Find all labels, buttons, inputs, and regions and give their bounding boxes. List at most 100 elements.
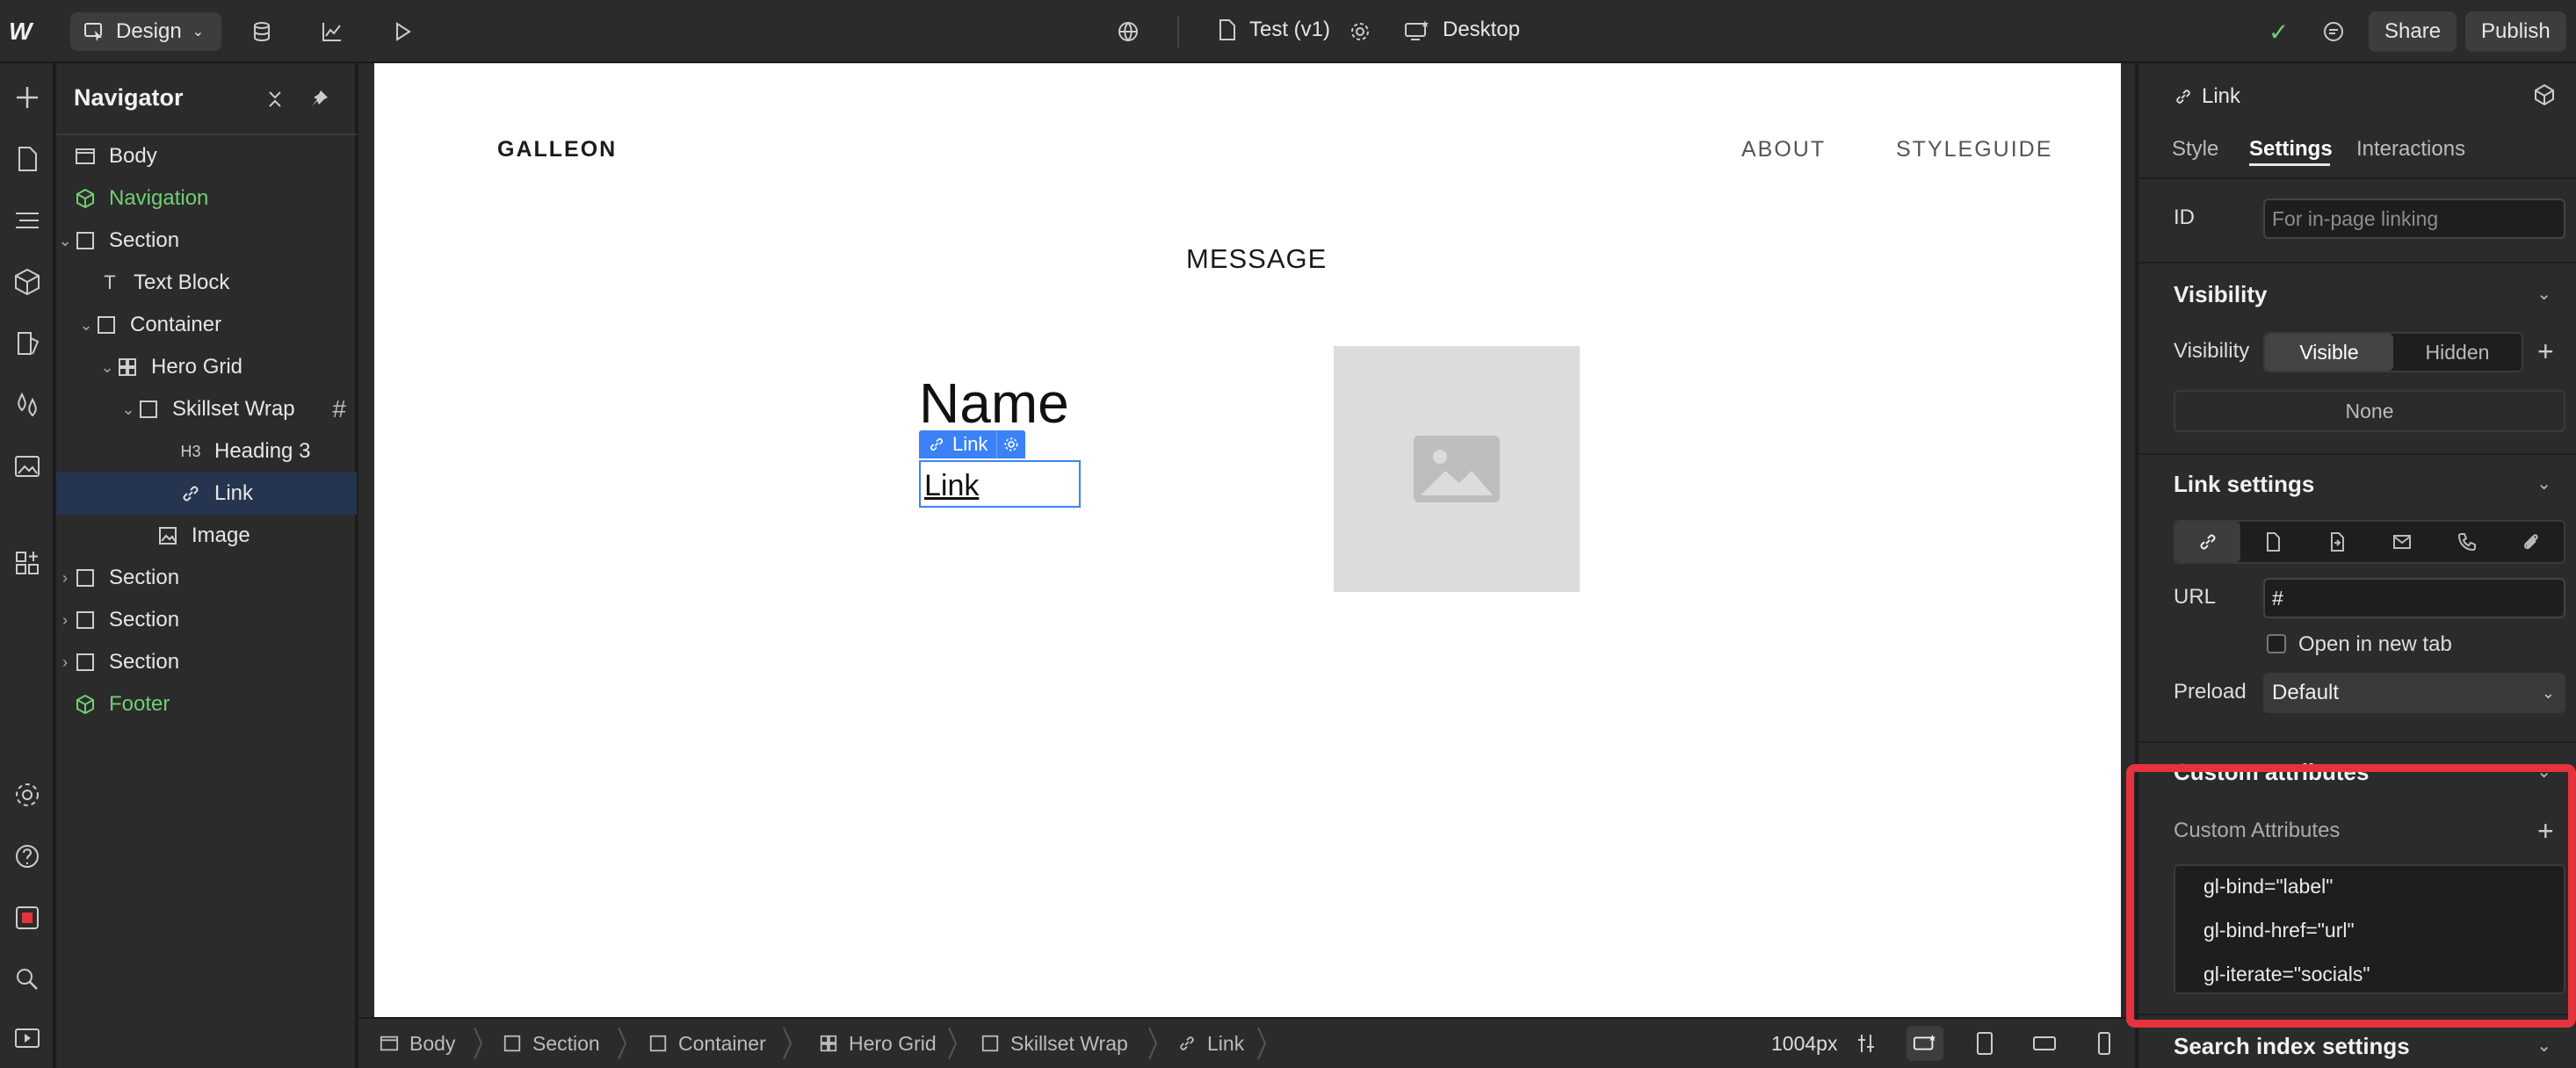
tree-item-section[interactable]: ⌄ Section <box>56 220 357 262</box>
site-logo[interactable]: GALLEON <box>497 137 617 162</box>
breadcrumb-body[interactable]: Body <box>380 1019 455 1068</box>
mode-dropdown[interactable]: Design ⌄ <box>70 12 221 51</box>
tab-style[interactable]: Style <box>2172 137 2218 162</box>
search-icon[interactable] <box>11 963 44 996</box>
id-input[interactable]: For in-page linking <box>2263 198 2565 239</box>
cms-button[interactable] <box>242 12 281 51</box>
selected-link-element[interactable]: Link <box>919 460 1081 508</box>
message-text[interactable]: MESSAGE <box>1186 243 1327 275</box>
add-elements-icon[interactable] <box>11 81 44 114</box>
components-icon[interactable] <box>11 265 44 299</box>
site-nav-styleguide[interactable]: STYLEGUIDE <box>1896 137 2052 162</box>
tree-item-section[interactable]: › Section <box>56 599 357 641</box>
gear-icon[interactable] <box>997 430 1025 458</box>
element-badge[interactable]: Link <box>919 430 1026 458</box>
chevron-down-icon[interactable]: ⌄ <box>2536 283 2551 305</box>
tablet-breakpoint-icon[interactable] <box>1966 1026 2003 1061</box>
link-type-selector[interactable] <box>2174 520 2565 564</box>
analytics-button[interactable] <box>313 12 351 51</box>
chevron-right-icon[interactable]: › <box>56 569 74 588</box>
page-link-icon[interactable] <box>2240 522 2305 562</box>
section-link-icon[interactable] <box>2305 522 2370 562</box>
chevron-down-icon[interactable]: ⌄ <box>77 316 95 335</box>
tab-interactions[interactable]: Interactions <box>2356 137 2465 162</box>
tree-item-body[interactable]: Body <box>56 135 357 177</box>
open-new-tab-label[interactable]: Open in new tab <box>2298 632 2452 657</box>
assets-icon[interactable] <box>11 450 44 483</box>
attribute-item[interactable]: gl-bind-href="url" <box>2203 919 2355 942</box>
chevron-down-icon[interactable]: ⌄ <box>98 358 116 377</box>
hidden-option[interactable]: Hidden <box>2393 334 2522 371</box>
visibility-conditions[interactable]: None <box>2174 390 2565 432</box>
add-condition-icon[interactable]: + <box>2537 336 2554 368</box>
video-tutorials-icon[interactable] <box>11 1021 44 1054</box>
breadcrumb-link[interactable]: Link <box>1177 1019 1244 1068</box>
phone-link-icon[interactable] <box>2435 522 2500 562</box>
breakpoint-selector[interactable]: Desktop <box>1404 18 1520 42</box>
pin-icon[interactable] <box>304 84 334 114</box>
preview-button[interactable] <box>383 12 422 51</box>
chevron-right-icon[interactable]: › <box>56 653 74 672</box>
tree-item-skillset-wrap[interactable]: ⌄ Skillset Wrap # <box>56 388 357 430</box>
chevron-down-icon[interactable]: ⌄ <box>2536 761 2551 783</box>
chevron-down-icon[interactable]: ⌄ <box>2536 1035 2551 1057</box>
pages-icon[interactable] <box>11 142 44 176</box>
variables-icon[interactable] <box>11 388 44 422</box>
tree-item-heading-3[interactable]: H3 Heading 3 <box>56 430 357 473</box>
share-button[interactable]: Share <box>2369 11 2457 52</box>
desktop-breakpoint-icon[interactable] <box>1907 1026 1943 1061</box>
name-heading[interactable]: Name <box>919 371 1069 436</box>
tree-item-link[interactable]: Link <box>56 473 357 515</box>
add-attribute-icon[interactable]: + <box>2537 815 2554 848</box>
image-placeholder[interactable] <box>1334 346 1580 592</box>
attribute-item[interactable]: gl-bind="label" <box>2203 875 2333 898</box>
link-settings-section-title[interactable]: Link settings <box>2174 471 2314 498</box>
visibility-toggle[interactable]: Visible Hidden <box>2263 332 2523 372</box>
attribute-item[interactable]: gl-iterate="socials" <box>2203 963 2370 986</box>
page-canvas[interactable]: GALLEON ABOUT STYLEGUIDE MESSAGE Name Li… <box>374 63 2121 1017</box>
webflow-logo[interactable]: W <box>9 18 32 46</box>
canvas-settings-icon[interactable] <box>1849 1026 1885 1061</box>
navigator-icon[interactable] <box>11 204 44 237</box>
locale-button[interactable] <box>1109 12 1147 51</box>
tree-item-hero-grid[interactable]: ⌄ Hero Grid <box>56 346 357 388</box>
record-icon[interactable] <box>11 901 44 934</box>
mobile-landscape-icon[interactable] <box>2026 1026 2063 1061</box>
url-link-icon[interactable] <box>2175 522 2240 562</box>
help-icon[interactable] <box>11 840 44 873</box>
visible-option[interactable]: Visible <box>2265 334 2393 371</box>
visibility-section-title[interactable]: Visibility <box>2174 281 2267 308</box>
tree-item-text-block[interactable]: T Text Block <box>56 262 357 304</box>
settings-icon[interactable] <box>11 778 44 812</box>
open-new-tab-checkbox[interactable] <box>2267 634 2286 653</box>
breadcrumb-container[interactable]: Container <box>648 1019 766 1068</box>
canvas-width-readout[interactable]: 1004px <box>1771 1019 1837 1068</box>
collapse-all-icon[interactable] <box>260 84 290 114</box>
chevron-right-icon[interactable]: › <box>56 611 74 630</box>
url-input[interactable]: # <box>2263 578 2565 618</box>
preload-select[interactable]: Default ⌄ <box>2263 673 2565 713</box>
comments-button[interactable] <box>2314 12 2353 51</box>
tab-settings[interactable]: Settings <box>2249 137 2333 162</box>
chevron-down-icon[interactable]: ⌄ <box>119 400 137 419</box>
mobile-portrait-icon[interactable] <box>2086 1026 2123 1061</box>
tree-item-container[interactable]: ⌄ Container <box>56 304 357 346</box>
apps-icon[interactable] <box>11 546 44 580</box>
tree-item-image[interactable]: Image <box>56 515 357 557</box>
search-index-section-title[interactable]: Search index settings <box>2174 1033 2410 1060</box>
chevron-down-icon[interactable]: ⌄ <box>2536 473 2551 494</box>
page-selector[interactable]: Test (v1) <box>1218 18 1330 42</box>
breadcrumb-skillset-wrap[interactable]: Skillset Wrap <box>980 1019 1128 1068</box>
tree-item-section[interactable]: › Section <box>56 641 357 683</box>
tree-item-navigation[interactable]: Navigation <box>56 177 357 220</box>
tree-item-section[interactable]: › Section <box>56 557 357 599</box>
file-link-icon[interactable] <box>2499 522 2564 562</box>
chevron-down-icon[interactable]: ⌄ <box>56 232 74 250</box>
component-create-icon[interactable] <box>2532 83 2557 112</box>
publish-button[interactable]: Publish <box>2465 11 2566 52</box>
custom-attributes-section-title[interactable]: Custom attributes <box>2174 759 2369 786</box>
site-nav-about[interactable]: ABOUT <box>1741 137 1826 162</box>
email-link-icon[interactable] <box>2370 522 2435 562</box>
link-text[interactable]: Link <box>924 469 979 503</box>
tree-item-footer[interactable]: Footer <box>56 683 357 725</box>
